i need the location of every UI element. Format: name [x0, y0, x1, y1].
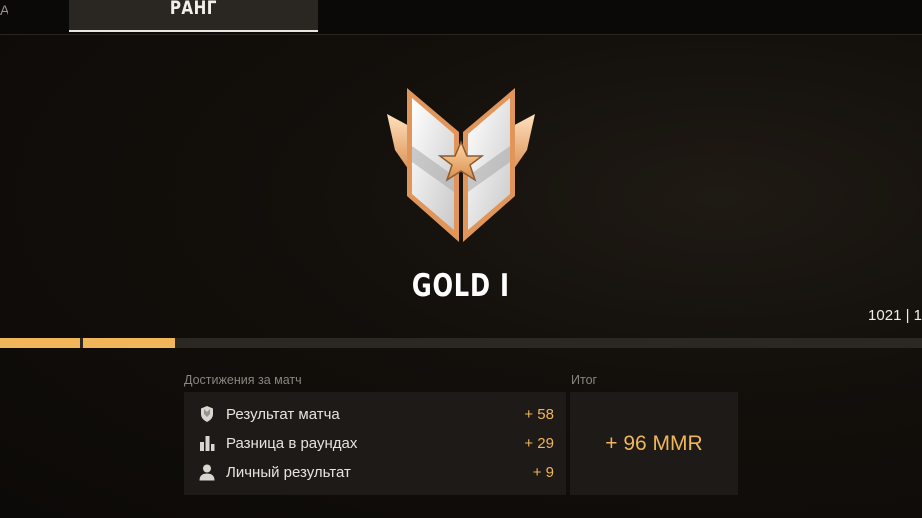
achievement-value: + 58 — [524, 406, 554, 423]
winged-star-rank-badge-icon — [387, 88, 535, 242]
achievements-header: Достижения за матч — [184, 373, 302, 387]
rank-title: GOLD I — [412, 268, 510, 304]
total-panel: + 96 MMR — [570, 392, 738, 495]
achievement-label: Разница в раундах — [226, 435, 358, 452]
rank-progress-fill — [0, 338, 176, 348]
achievement-row-match-result: Результат матча + 58 — [184, 400, 566, 428]
achievements-panel: Результат матча + 58 Разница в раундах +… — [184, 392, 566, 495]
achievement-label: Результат матча — [226, 406, 340, 423]
tab-ranks[interactable]: РАНГ — [69, 0, 318, 32]
achievement-value: + 29 — [524, 435, 554, 452]
shield-icon — [201, 406, 213, 422]
achievement-row-round-difference: Разница в раундах + 29 — [184, 429, 566, 457]
total-mmr-value: + 96 MMR — [605, 431, 703, 455]
achievement-row-personal-result: Личный результат + 9 — [184, 458, 566, 486]
bar-chart-icon — [200, 436, 215, 451]
top-nav-bar: A РАНГ — [0, 0, 922, 35]
achievement-label: Личный результат — [226, 464, 351, 481]
rank-progress-tick — [80, 338, 83, 348]
person-icon — [199, 464, 215, 481]
total-header: Итог — [571, 373, 598, 387]
mmr-counter: 1021 | 1 — [868, 307, 922, 324]
tab-ranks-label: РАНГ — [170, 0, 217, 19]
tab-previous[interactable]: A — [0, 0, 8, 32]
achievement-value: + 9 — [532, 464, 554, 481]
